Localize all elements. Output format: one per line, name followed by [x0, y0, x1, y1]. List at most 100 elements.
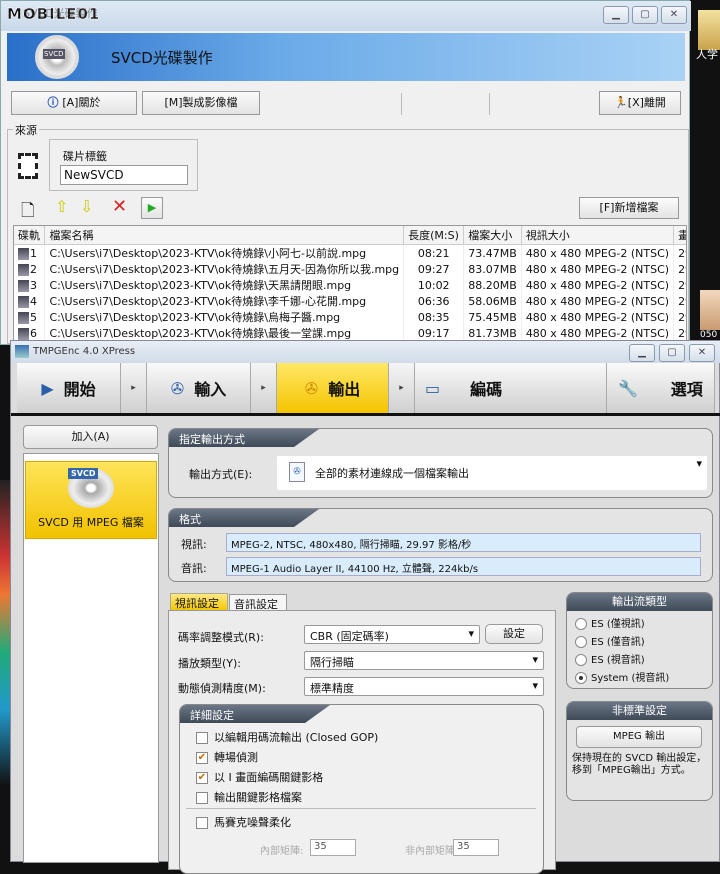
- stream-type-radio[interactable]: ES (僅音訊): [575, 633, 669, 651]
- cell-text: C:\Users\i7\Desktop\2023-KTV\ok待燒錄\天黑請閉眼…: [49, 279, 352, 292]
- cell-text: 81.73MB: [468, 326, 517, 340]
- nav-encode[interactable]: ▭ 編碼: [415, 363, 607, 413]
- svcd-title-bar: MOBILE01 SVCD光碟製作 ▁ ▢ ✕: [1, 1, 691, 31]
- radio-button[interactable]: [575, 636, 587, 648]
- film-reel-icon: ✇: [170, 378, 185, 398]
- cell-text: 2: [30, 262, 37, 276]
- checkbox[interactable]: [196, 792, 208, 804]
- intra-matrix-label: 內部矩陣:: [260, 846, 304, 857]
- col-videosize[interactable]: 視訊大小: [521, 226, 675, 245]
- col-length[interactable]: 長度(M:S): [403, 226, 465, 245]
- output-method-value: 全部的素材連線成一個檔案輸出: [315, 467, 469, 480]
- play-type-select[interactable]: 隔行掃瞄: [304, 651, 544, 670]
- cell-track: 6: [14, 325, 46, 340]
- add-file-button[interactable]: [F]新增檔案: [579, 197, 679, 219]
- new-file-icon[interactable]: 🗋: [21, 198, 35, 227]
- cell-text: 480 x 480 MPEG-2 (NTSC): [525, 310, 670, 324]
- about-button[interactable]: ⓘ [A]關於: [11, 91, 137, 115]
- cell-text: 6: [30, 326, 37, 340]
- mpeg-file-icon: [18, 279, 29, 292]
- radio-button[interactable]: [575, 654, 587, 666]
- table-row[interactable]: 5 C:\Users\i7\Desktop\2023-KTV\ok待燒錄\烏梅子醬…: [14, 309, 686, 325]
- nav-arrow: ▸: [121, 363, 147, 413]
- nav-output[interactable]: ✇ 輸出: [277, 363, 389, 413]
- nonintra-matrix-label: 非內部矩陣:: [405, 846, 459, 857]
- cell-filesize: 81.73MB: [463, 325, 522, 340]
- col-filesize[interactable]: 檔案大小: [463, 226, 522, 245]
- mosaic-noise-checkbox[interactable]: 馬賽克噪聲柔化: [196, 814, 291, 830]
- cell-track: 2: [14, 261, 46, 277]
- radio-button[interactable]: [575, 618, 587, 630]
- cell-text: 480 x 480 MPEG-2 (NTSC): [525, 262, 670, 276]
- close-button[interactable]: ✕: [661, 6, 687, 24]
- cell-text: 480 x 480 MPEG-2 (NTSC): [525, 246, 670, 260]
- move-up-icon[interactable]: ⇧: [55, 197, 68, 216]
- cell-text: 29.9: [678, 310, 686, 324]
- running-man-icon: 🏃: [614, 96, 628, 109]
- checkmark-icon[interactable]: ✔: [196, 772, 208, 784]
- table-row[interactable]: 4 C:\Users\i7\Desktop\2023-KTV\ok待燒錄\李千娜-…: [14, 293, 686, 309]
- nav-options[interactable]: 🔧 選項: [607, 363, 715, 413]
- intra-matrix-spinner[interactable]: 35: [310, 839, 356, 856]
- disc-logo-text: SVCD: [68, 468, 99, 479]
- col-frame[interactable]: 畫面: [673, 226, 686, 245]
- radio-label: ES (僅視訊): [591, 619, 645, 630]
- move-down-icon[interactable]: ⇩: [80, 197, 93, 216]
- checkbox-label: 以 I 畫面編碼關鍵影格: [214, 771, 324, 784]
- exit-button[interactable]: 🏃[X]離開: [599, 91, 681, 115]
- nav-start[interactable]: ▶ 開始: [17, 363, 121, 413]
- checkbox[interactable]: [196, 817, 208, 829]
- desktop-folder[interactable]: [698, 10, 720, 50]
- motion-precision-select[interactable]: 標準精度: [304, 677, 544, 696]
- cell-videosize: 480 x 480 MPEG-2 (NTSC): [521, 277, 675, 293]
- checkmark-icon[interactable]: ✔: [196, 752, 208, 764]
- play-icon: ▶: [41, 378, 54, 398]
- stream-type-radio[interactable]: ES (視音訊): [575, 651, 669, 669]
- table-row[interactable]: 3 C:\Users\i7\Desktop\2023-KTV\ok待燒錄\天黑請閉…: [14, 277, 686, 293]
- col-filename[interactable]: 檔案名稱: [44, 226, 405, 245]
- mpeg-output-button[interactable]: MPEG 輸出: [576, 726, 702, 748]
- cell-frame: 29.9: [673, 309, 686, 325]
- exit-label: [X]離開: [627, 96, 666, 109]
- minimize-button[interactable]: ▁: [603, 6, 629, 24]
- stream-type-radio[interactable]: ES (僅視訊): [575, 615, 669, 633]
- output-method-select[interactable]: ✇ 全部的素材連線成一個檔案輸出: [277, 456, 707, 490]
- detail-option-checkbox[interactable]: ✔ 轉場偵測: [196, 749, 378, 769]
- table-row[interactable]: 1 C:\Users\i7\Desktop\2023-KTV\ok待燒錄\小阿七-…: [14, 244, 686, 261]
- make-image-button[interactable]: [M]製成影像檔: [142, 91, 260, 115]
- disc-label-caption: 碟片標籤: [63, 150, 107, 163]
- tab-video-settings[interactable]: 視訊設定: [170, 593, 228, 611]
- detail-option-checkbox[interactable]: 輸出關鍵影格檔案: [196, 789, 378, 809]
- radio-button[interactable]: [575, 672, 587, 684]
- desktop-folder[interactable]: [700, 290, 720, 330]
- disc-label-input[interactable]: NewSVCD: [60, 165, 188, 185]
- cell-text: C:\Users\i7\Desktop\2023-KTV\ok待燒錄\小阿七-以…: [49, 247, 367, 260]
- tab-audio-settings[interactable]: 音訊設定: [229, 594, 287, 611]
- detail-option-checkbox[interactable]: ✔ 以 I 畫面編碼關鍵影格: [196, 769, 378, 789]
- checkbox[interactable]: [196, 732, 208, 744]
- rate-mode-select[interactable]: CBR (固定碼率): [304, 625, 480, 644]
- close-button[interactable]: ✕: [689, 344, 715, 362]
- nav-input[interactable]: ✇ 輸入: [147, 363, 251, 413]
- cell-frame: 29.9: [673, 293, 686, 309]
- col-track[interactable]: 碟軌: [14, 226, 46, 245]
- svcd-format-card[interactable]: SVCD SVCD 用 MPEG 檔案: [25, 461, 157, 539]
- nonintra-matrix-spinner[interactable]: 35: [453, 839, 499, 856]
- minimize-button[interactable]: ▁: [629, 344, 655, 362]
- delete-icon[interactable]: ✕: [112, 196, 127, 217]
- svcd-disc-icon: SVCD: [68, 468, 114, 508]
- table-row[interactable]: 6 C:\Users\i7\Desktop\2023-KTV\ok待燒錄\最後一堂…: [14, 325, 686, 340]
- play-button[interactable]: ▶: [141, 197, 163, 219]
- cell-filename: C:\Users\i7\Desktop\2023-KTV\ok待燒錄\烏梅子醬.…: [44, 309, 405, 325]
- cell-filename: C:\Users\i7\Desktop\2023-KTV\ok待燒錄\李千娜-心…: [44, 293, 405, 309]
- cell-text: 29.9: [678, 278, 686, 292]
- settings-button[interactable]: 設定: [485, 624, 543, 644]
- table-row[interactable]: 2 C:\Users\i7\Desktop\2023-KTV\ok待燒錄\五月天-…: [14, 261, 686, 277]
- maximize-button[interactable]: ▢: [632, 6, 658, 24]
- stream-type-radio[interactable]: System (視音訊): [575, 669, 669, 687]
- add-button[interactable]: 加入(A): [23, 425, 158, 449]
- cell-videosize: 480 x 480 MPEG-2 (NTSC): [521, 293, 675, 309]
- cell-frame: 29.9: [673, 325, 686, 340]
- detail-option-checkbox[interactable]: 以編輯用碼流輸出 (Closed GOP): [196, 729, 378, 749]
- maximize-button[interactable]: ▢: [659, 344, 685, 362]
